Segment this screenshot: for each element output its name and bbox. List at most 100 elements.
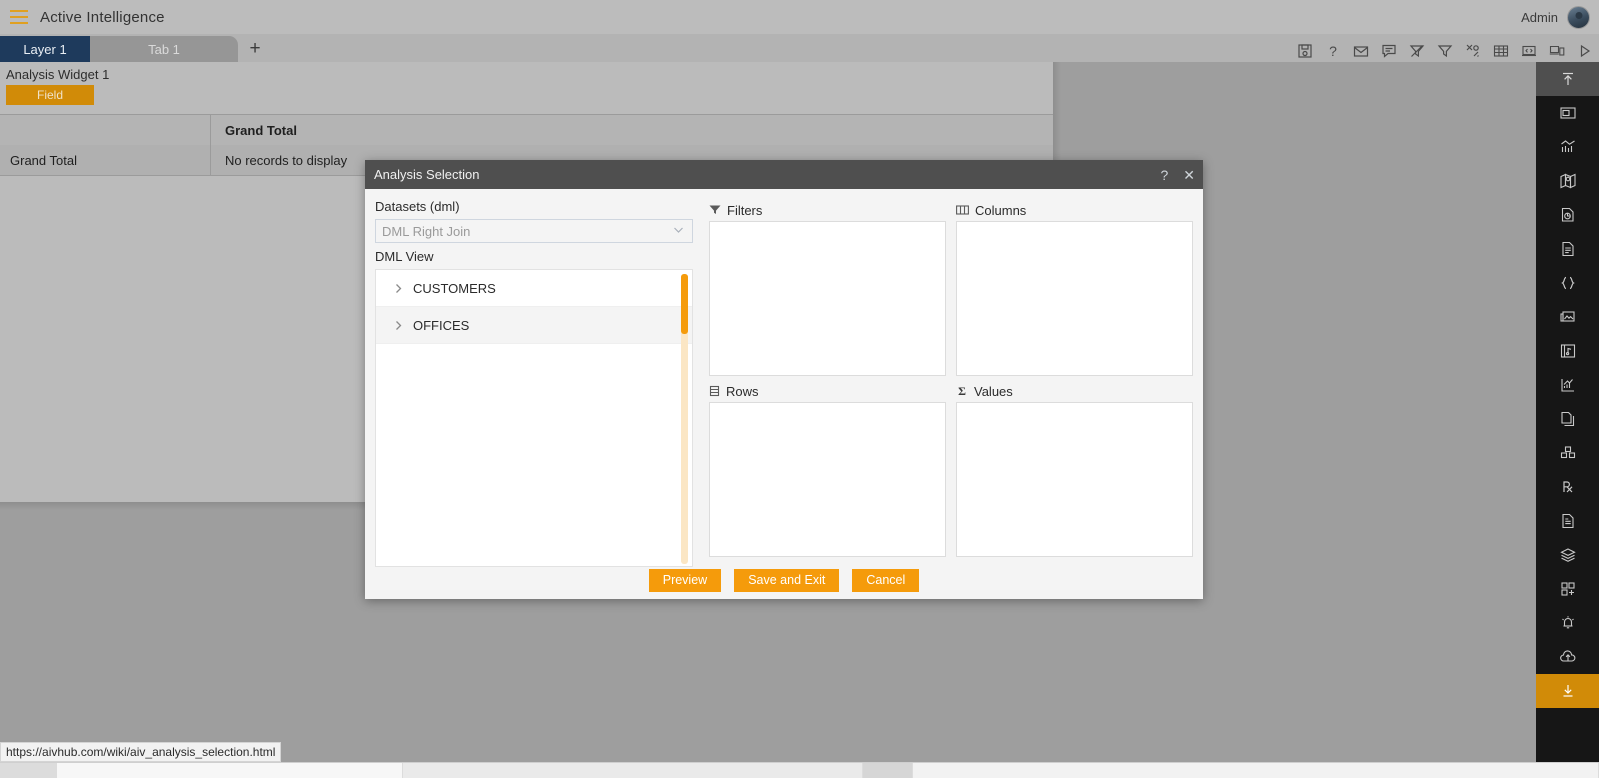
dataset-select[interactable]: DML Right Join bbox=[375, 219, 693, 243]
help-icon[interactable]: ? bbox=[1160, 168, 1168, 182]
document-icon[interactable] bbox=[1536, 232, 1599, 266]
zone-filters-dropzone[interactable] bbox=[709, 221, 946, 376]
columns-icon bbox=[956, 204, 969, 216]
app-title: Active Intelligence bbox=[40, 8, 165, 26]
tab-layer-1[interactable]: Layer 1 bbox=[0, 36, 90, 62]
svg-text:?: ? bbox=[1329, 43, 1337, 59]
download-icon[interactable] bbox=[1536, 674, 1599, 708]
chevron-down-icon bbox=[671, 222, 686, 240]
zone-label: Rows bbox=[726, 383, 759, 399]
alert-bell-icon[interactable] bbox=[1536, 606, 1599, 640]
zone-values-head: Σ Values bbox=[956, 380, 1193, 402]
header-cell-grand-total: Grand Total bbox=[225, 122, 297, 138]
widget-title: Analysis Widget 1 bbox=[6, 67, 110, 82]
view-label: DML View bbox=[375, 249, 434, 264]
svg-text:Σ: Σ bbox=[958, 385, 966, 397]
field-chip[interactable]: Field bbox=[6, 85, 94, 105]
tools-icon[interactable] bbox=[1464, 42, 1481, 59]
dml-view-tree[interactable]: CUSTOMERS OFFICES bbox=[375, 269, 693, 567]
dialog-title: Analysis Selection bbox=[374, 167, 480, 182]
images-icon[interactable] bbox=[1536, 300, 1599, 334]
zone-values: Σ Values bbox=[956, 380, 1193, 557]
zone-label: Columns bbox=[975, 202, 1027, 218]
cloud-upload-icon[interactable] bbox=[1536, 640, 1599, 674]
form-icon[interactable] bbox=[1536, 504, 1599, 538]
zone-label: Values bbox=[974, 383, 1013, 399]
save-and-exit-button[interactable]: Save and Exit bbox=[734, 568, 840, 592]
tree-scrollbar[interactable] bbox=[681, 274, 688, 564]
report-icon[interactable] bbox=[1536, 198, 1599, 232]
tree-item-label: OFFICES bbox=[413, 317, 470, 333]
dialog-body: Datasets (dml) DML Right Join DML View C… bbox=[365, 189, 1203, 567]
header-cell-blank bbox=[0, 115, 211, 145]
layers-icon[interactable] bbox=[1536, 538, 1599, 572]
user-label[interactable]: Admin bbox=[1521, 10, 1558, 25]
datasets-label: Datasets (dml) bbox=[375, 199, 460, 214]
save-icon[interactable] bbox=[1296, 42, 1313, 59]
tree-scrollbar-thumb[interactable] bbox=[681, 274, 688, 334]
prescription-icon[interactable] bbox=[1536, 470, 1599, 504]
app-header: Active Intelligence Admin bbox=[0, 0, 1599, 34]
code-window-icon[interactable] bbox=[1520, 42, 1537, 59]
chevron-right-icon[interactable] bbox=[388, 319, 408, 332]
zone-rows-head: Rows bbox=[709, 380, 946, 402]
zone-filters-head: Filters bbox=[709, 199, 946, 221]
blocks-icon[interactable] bbox=[1536, 436, 1599, 470]
zone-columns-dropzone[interactable] bbox=[956, 221, 1193, 376]
dialog-titlebar: Analysis Selection ? ✕ bbox=[365, 160, 1203, 189]
hamburger-icon[interactable] bbox=[10, 10, 28, 24]
zone-values-dropzone[interactable] bbox=[956, 402, 1193, 557]
top-toolbar: ? bbox=[1296, 42, 1599, 62]
clear-filter-icon[interactable] bbox=[1408, 42, 1425, 59]
tree-item-customers[interactable]: CUSTOMERS bbox=[376, 270, 692, 307]
zone-rows: Rows bbox=[709, 380, 946, 557]
taskbar-slot[interactable] bbox=[863, 763, 913, 778]
zone-columns: Columns bbox=[956, 199, 1193, 376]
taskbar-slot[interactable] bbox=[0, 763, 57, 778]
close-icon[interactable]: ✕ bbox=[1183, 168, 1195, 182]
media-panel-icon[interactable] bbox=[1536, 334, 1599, 368]
taskbar-slot[interactable] bbox=[913, 763, 1599, 778]
collapse-up-icon[interactable] bbox=[1536, 62, 1599, 96]
analytics-icon[interactable] bbox=[1536, 368, 1599, 402]
avatar[interactable] bbox=[1567, 5, 1590, 29]
dataset-select-value: DML Right Join bbox=[382, 223, 471, 239]
taskbar bbox=[0, 762, 1599, 778]
taskbar-slot[interactable] bbox=[403, 763, 863, 778]
dialog-title-actions: ? ✕ bbox=[1160, 168, 1195, 182]
copy-icon[interactable] bbox=[1536, 402, 1599, 436]
map-icon[interactable] bbox=[1536, 164, 1599, 198]
preview-button[interactable]: Preview bbox=[648, 568, 722, 592]
tree-item-offices[interactable]: OFFICES bbox=[376, 307, 692, 344]
tab-strip: Layer 1 Tab 1 + ? bbox=[0, 34, 1599, 62]
chevron-right-icon[interactable] bbox=[388, 282, 408, 295]
comment-icon[interactable] bbox=[1380, 42, 1397, 59]
status-url: https://aivhub.com/wiki/aiv_analysis_sel… bbox=[0, 742, 282, 762]
table-icon[interactable] bbox=[1492, 42, 1509, 59]
filter-icon bbox=[709, 204, 721, 216]
taskbar-slot[interactable] bbox=[57, 763, 403, 778]
row-label-grand-total: Grand Total bbox=[0, 145, 211, 175]
widget-icon[interactable] bbox=[1536, 96, 1599, 130]
pivot-zones: Filters Columns Rows Σ Values bbox=[709, 199, 1193, 561]
analysis-selection-dialog[interactable]: Analysis Selection ? ✕ Datasets (dml) DM… bbox=[365, 160, 1203, 599]
braces-icon[interactable] bbox=[1536, 266, 1599, 300]
mail-icon[interactable] bbox=[1352, 42, 1369, 59]
devices-icon[interactable] bbox=[1548, 42, 1565, 59]
add-tab-button[interactable]: + bbox=[238, 36, 272, 62]
table-header-row: Grand Total bbox=[0, 115, 1053, 145]
tree-item-label: CUSTOMERS bbox=[413, 280, 496, 296]
zone-rows-dropzone[interactable] bbox=[709, 402, 946, 557]
help-icon[interactable]: ? bbox=[1324, 42, 1341, 59]
dataset-pane: Datasets (dml) DML Right Join DML View C… bbox=[375, 199, 693, 567]
rows-icon bbox=[709, 385, 720, 397]
filter-icon[interactable] bbox=[1436, 42, 1453, 59]
chart-icon[interactable] bbox=[1536, 130, 1599, 164]
add-tile-icon[interactable] bbox=[1536, 572, 1599, 606]
header-right: Admin bbox=[1521, 5, 1599, 29]
cancel-button[interactable]: Cancel bbox=[852, 568, 920, 592]
app-root: Active Intelligence Admin Layer 1 Tab 1 … bbox=[0, 0, 1599, 778]
run-icon[interactable] bbox=[1576, 42, 1593, 59]
sigma-icon: Σ bbox=[956, 385, 968, 397]
tab-tab-1[interactable]: Tab 1 bbox=[90, 36, 238, 62]
